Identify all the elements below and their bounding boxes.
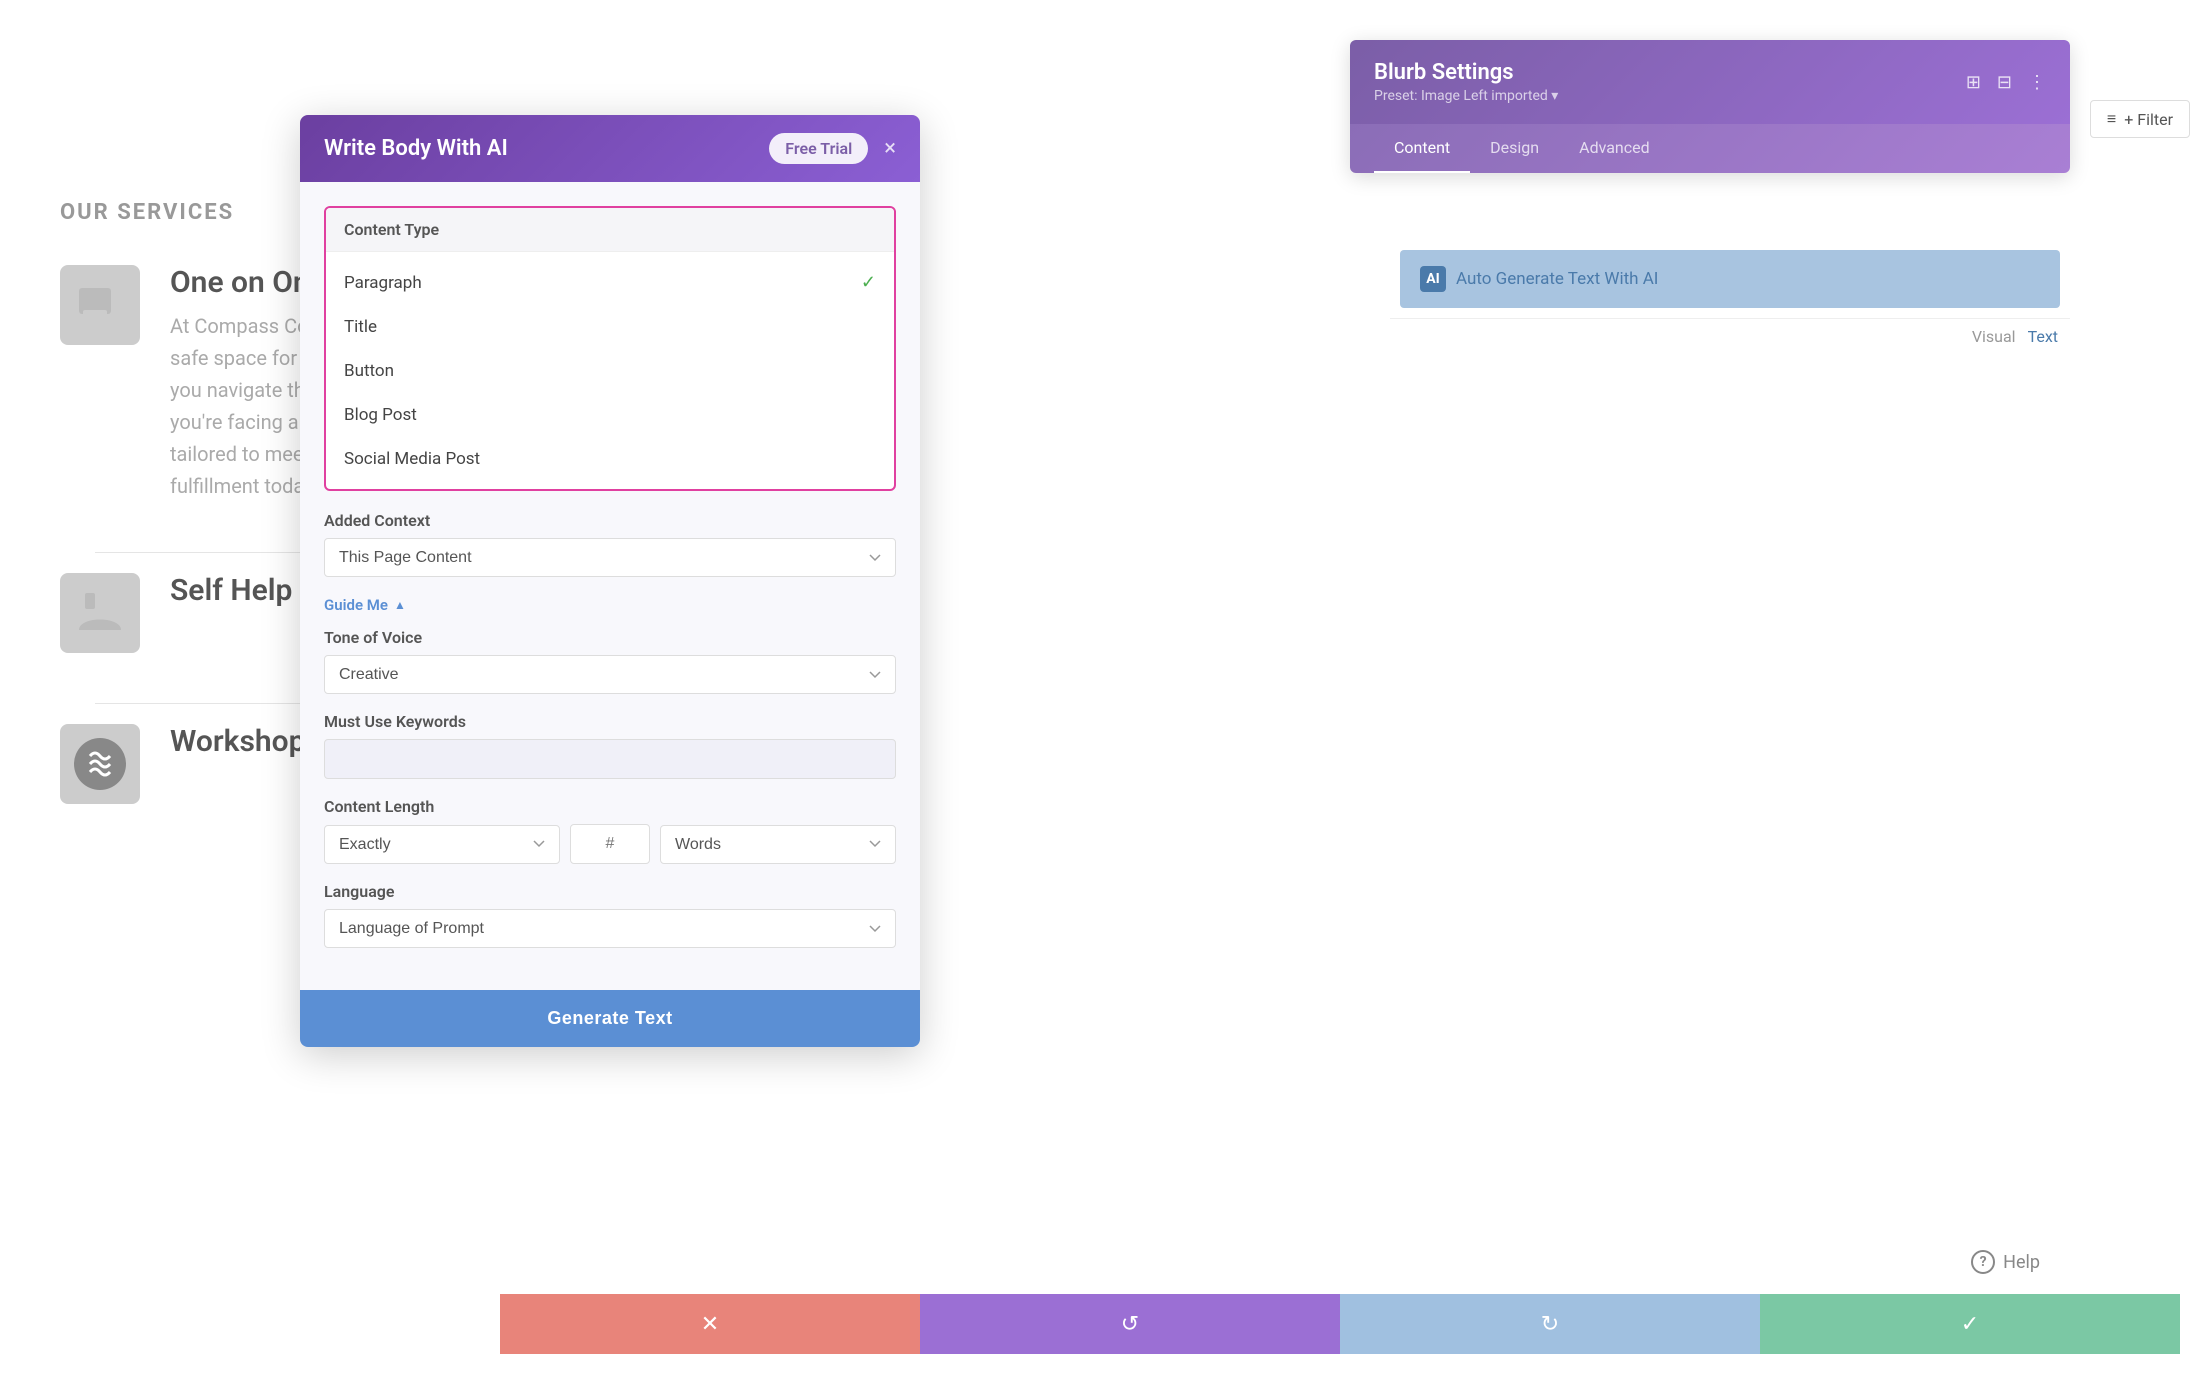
- editor-area: AI Auto Generate Text With AI Visual Tex…: [1390, 240, 2070, 354]
- write-ai-header: Write Body With AI Free Trial ×: [300, 115, 920, 182]
- content-type-button-label: Button: [344, 361, 394, 381]
- content-type-list: Paragraph ✓ Title Button Blog Post Socia…: [326, 252, 894, 489]
- blurb-settings-title: Blurb Settings: [1374, 60, 1558, 85]
- auto-generate-label: Auto Generate Text With AI: [1456, 269, 1658, 289]
- blurb-settings-tabs: Content Design Advanced: [1350, 124, 2070, 173]
- keywords-input[interactable]: [324, 739, 896, 779]
- language-label: Language: [324, 882, 896, 901]
- guide-me-arrow-icon: ▲: [394, 598, 406, 612]
- write-ai-body: Content Type Paragraph ✓ Title Button Bl…: [300, 182, 920, 990]
- content-length-group: Content Length Exactly Words: [324, 797, 896, 864]
- keywords-label: Must Use Keywords: [324, 712, 896, 731]
- service-workshops-content: Workshops: [170, 724, 321, 769]
- blurb-settings-header-icons: ⊞ ⊟ ⋮: [1966, 72, 2046, 93]
- service-icon-workshops: [60, 724, 140, 804]
- content-type-button[interactable]: Button: [326, 349, 894, 393]
- content-type-title-label: Title: [344, 317, 377, 337]
- service-self-help-content: Self Help: [170, 573, 292, 618]
- content-type-social-media[interactable]: Social Media Post: [326, 437, 894, 481]
- content-length-row: Exactly Words: [324, 824, 896, 864]
- ai-icon: AI: [1420, 266, 1446, 292]
- help-circle-icon: ?: [1971, 1250, 1995, 1274]
- tone-of-voice-select[interactable]: Creative: [324, 655, 896, 694]
- service-workshops-title: Workshops: [170, 724, 321, 759]
- layout-icon[interactable]: ⊟: [1997, 72, 2012, 93]
- editor-toolbar: Visual Text: [1390, 318, 2070, 354]
- content-type-paragraph-label: Paragraph: [344, 273, 422, 293]
- service-self-help-title: Self Help: [170, 573, 292, 608]
- content-type-title[interactable]: Title: [326, 305, 894, 349]
- filter-button[interactable]: ≡ + Filter: [2090, 100, 2190, 138]
- bottom-action-bar: ✕ ↺ ↻ ✓: [500, 1294, 2180, 1354]
- visual-mode-btn[interactable]: Visual: [1972, 327, 2016, 346]
- service-icon-one-on-one: [60, 265, 140, 345]
- undo-button[interactable]: ↺: [920, 1294, 1340, 1354]
- tone-of-voice-label: Tone of Voice: [324, 628, 896, 647]
- content-length-label: Content Length: [324, 797, 896, 816]
- keywords-group: Must Use Keywords: [324, 712, 896, 779]
- text-mode-btn[interactable]: Text: [2028, 327, 2058, 346]
- content-type-blog-post[interactable]: Blog Post: [326, 393, 894, 437]
- filter-icon: ≡: [2107, 109, 2116, 129]
- content-type-paragraph[interactable]: Paragraph ✓: [326, 260, 894, 305]
- blurb-settings-panel: Blurb Settings Preset: Image Left import…: [1350, 40, 2070, 173]
- cancel-icon: ✕: [701, 1312, 719, 1337]
- filter-label: + Filter: [2124, 110, 2173, 129]
- language-select[interactable]: Language of Prompt: [324, 909, 896, 948]
- confirm-button[interactable]: ✓: [1760, 1294, 2180, 1354]
- help-button[interactable]: ? Help: [1971, 1250, 2040, 1274]
- tone-of-voice-group: Tone of Voice Creative: [324, 628, 896, 694]
- free-trial-badge: Free Trial: [769, 133, 868, 164]
- generate-text-button[interactable]: Generate Text: [300, 990, 920, 1047]
- content-type-blog-post-label: Blog Post: [344, 405, 417, 425]
- help-label: Help: [2003, 1252, 2040, 1273]
- content-length-type-select[interactable]: Exactly: [324, 825, 560, 864]
- added-context-label: Added Context: [324, 511, 896, 530]
- blurb-settings-header-left: Blurb Settings Preset: Image Left import…: [1374, 60, 1558, 104]
- blurb-settings-preset: Preset: Image Left imported ▾: [1374, 88, 1558, 104]
- guide-me-label: Guide Me: [324, 596, 388, 614]
- added-context-select[interactable]: This Page Content: [324, 538, 896, 577]
- redo-icon: ↻: [1541, 1312, 1559, 1337]
- more-icon[interactable]: ⋮: [2028, 72, 2046, 93]
- content-length-number-input[interactable]: [570, 824, 650, 864]
- auto-generate-button[interactable]: AI Auto Generate Text With AI: [1400, 250, 2060, 308]
- tab-design[interactable]: Design: [1470, 124, 1559, 173]
- content-type-header: Content Type: [326, 208, 894, 252]
- cancel-button[interactable]: ✕: [500, 1294, 920, 1354]
- check-icon: ✓: [861, 272, 876, 293]
- tab-content[interactable]: Content: [1374, 124, 1470, 173]
- write-ai-title: Write Body With AI: [324, 136, 508, 161]
- write-ai-modal: Write Body With AI Free Trial × Content …: [300, 115, 920, 1047]
- language-group: Language Language of Prompt: [324, 882, 896, 948]
- confirm-icon: ✓: [1961, 1312, 1979, 1337]
- tab-advanced[interactable]: Advanced: [1559, 124, 1670, 173]
- content-type-box: Content Type Paragraph ✓ Title Button Bl…: [324, 206, 896, 491]
- service-icon-self-help: [60, 573, 140, 653]
- content-type-social-media-label: Social Media Post: [344, 449, 480, 469]
- guide-me-link[interactable]: Guide Me ▲: [324, 596, 406, 614]
- undo-icon: ↺: [1121, 1312, 1139, 1337]
- redo-button[interactable]: ↻: [1340, 1294, 1760, 1354]
- added-context-group: Added Context This Page Content: [324, 511, 896, 577]
- responsive-icon[interactable]: ⊞: [1966, 72, 1981, 93]
- write-ai-header-right: Free Trial ×: [769, 133, 896, 164]
- content-length-unit-select[interactable]: Words: [660, 825, 896, 864]
- close-button[interactable]: ×: [884, 138, 896, 160]
- blurb-settings-header: Blurb Settings Preset: Image Left import…: [1350, 40, 2070, 124]
